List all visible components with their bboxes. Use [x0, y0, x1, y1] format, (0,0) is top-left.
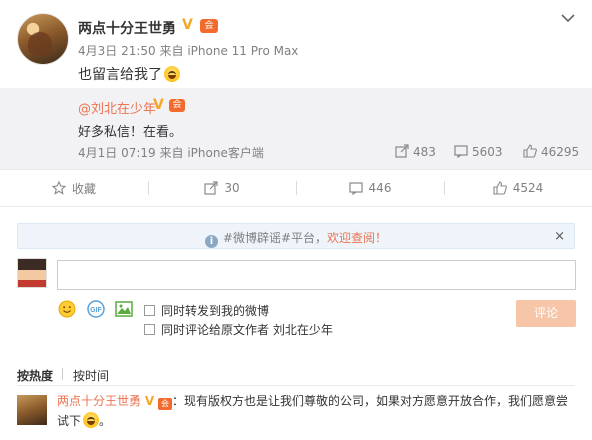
- comment-input[interactable]: [57, 260, 576, 290]
- gif-icon[interactable]: GIF: [87, 300, 105, 318]
- laugh-emoji-icon: [164, 66, 180, 82]
- comment-icon: [454, 145, 468, 158]
- vip-badge-icon: 会: [157, 398, 172, 410]
- like-icon: [493, 181, 507, 195]
- comment-button[interactable]: 446: [296, 170, 444, 206]
- divider: [17, 385, 575, 386]
- repost-icon: [395, 144, 409, 158]
- image-icon[interactable]: [115, 300, 133, 318]
- post-meta: 4月3日 21:50 来自 iPhone 11 Pro Max: [78, 42, 298, 59]
- smile-emoji-icon: [83, 412, 100, 428]
- repost-icon: [204, 181, 218, 195]
- svg-text:GIF: GIF: [90, 307, 102, 314]
- post-text: 也留言给我了: [78, 67, 162, 83]
- author-name[interactable]: 两点十分王世勇: [78, 18, 176, 38]
- favorite-icon: [51, 181, 66, 195]
- favorite-button[interactable]: 收藏: [0, 170, 148, 206]
- quoted-comment-count[interactable]: 5603: [454, 144, 503, 159]
- comment-author[interactable]: 两点十分王世勇: [57, 394, 141, 408]
- quoted-like-count[interactable]: 46295: [523, 144, 579, 159]
- post-body: 也留言给我了: [78, 64, 180, 84]
- quoted-repost-count[interactable]: 483: [395, 144, 436, 159]
- quoted-source: iPhone客户端: [187, 146, 264, 160]
- comment-to-author-option[interactable]: 同时评论给原文作者 刘北在少年: [144, 321, 333, 338]
- like-button[interactable]: 4524: [444, 170, 592, 206]
- like-icon: [523, 144, 537, 158]
- vip-badge-icon: 会: [200, 19, 218, 33]
- my-avatar: [17, 258, 47, 288]
- repost-option[interactable]: 同时转发到我的微博: [144, 302, 269, 319]
- verified-icon: V: [144, 394, 155, 408]
- quoted-vip-badge-icon: 会: [169, 99, 185, 112]
- comment-avatar[interactable]: [17, 395, 47, 425]
- post-source: iPhone 11 Pro Max: [187, 44, 299, 58]
- comment-icon: [348, 182, 363, 195]
- notice-link[interactable]: 欢迎查阅！: [327, 231, 387, 245]
- submit-comment-button[interactable]: 评论: [516, 300, 576, 327]
- chevron-down-icon[interactable]: [560, 10, 576, 26]
- quoted-verified-icon: V: [153, 97, 164, 113]
- close-icon[interactable]: ×: [554, 229, 565, 244]
- quoted-source-prefix: 来自: [159, 146, 184, 160]
- comment-to-author-checkbox[interactable]: [144, 324, 155, 335]
- divider: [62, 368, 63, 380]
- action-bar: 收藏 30 446 4524: [0, 169, 592, 207]
- quoted-author[interactable]: @刘北在少年: [78, 98, 156, 117]
- rumor-notice: i #微博辟谣#平台，欢迎查阅！ ×: [17, 223, 575, 249]
- author-avatar[interactable]: [17, 13, 69, 65]
- repost-button[interactable]: 30: [148, 170, 296, 206]
- post-time[interactable]: 4月3日 21:50: [78, 44, 156, 58]
- post-source-prefix: 来自: [159, 44, 184, 58]
- verified-icon: V: [182, 17, 193, 33]
- info-icon: i: [204, 235, 218, 248]
- sort-by-hot[interactable]: 按热度: [17, 367, 53, 384]
- emoji-icon[interactable]: [58, 300, 76, 318]
- quoted-time[interactable]: 4月1日 07:19: [78, 146, 156, 160]
- comment-item: 两点十分王世勇 V 会：现有版权方也是让我们尊敬的公司，如果对方愿意开放合作，我…: [57, 394, 568, 428]
- repost-checkbox[interactable]: [144, 305, 155, 316]
- sort-by-time[interactable]: 按时间: [73, 367, 109, 384]
- quoted-meta: 4月1日 07:19 来自 iPhone客户端: [78, 144, 264, 161]
- quoted-text: 好多私信！在看。: [78, 125, 183, 140]
- notice-text: #微博辟谣#平台，: [222, 231, 328, 245]
